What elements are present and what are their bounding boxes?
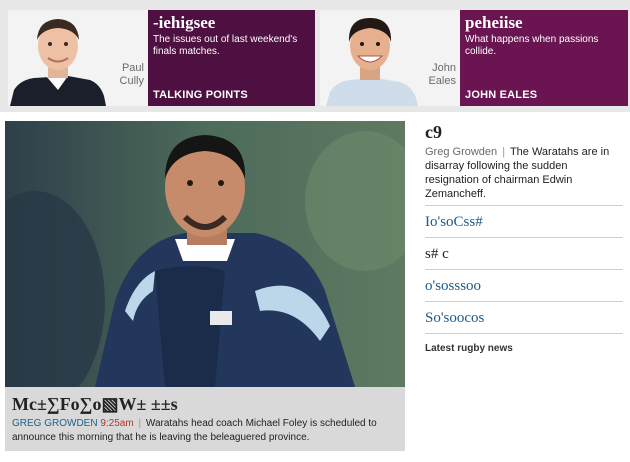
columnist-info[interactable]: -iehigsee The issues out of last weekend… [148, 10, 315, 106]
side-stories: c9 Greg Growden | The Waratahs are in di… [425, 121, 623, 354]
columnist-title[interactable]: peheiise [465, 14, 623, 32]
columnist-photo-john-eales[interactable]: John Eales [320, 10, 460, 106]
lead-timestamp: 9:25am [100, 418, 134, 429]
columnist-name: John Eales [428, 62, 456, 87]
side-headline[interactable]: c9 [425, 121, 623, 143]
side-link-2[interactable]: s# c [425, 238, 623, 270]
side-summary-block: Greg Growden | The Waratahs are in disar… [425, 145, 623, 206]
separator: | [502, 146, 506, 158]
side-link-4[interactable]: So'soocos [425, 302, 623, 334]
columnist-name: Paul Cully [119, 62, 144, 87]
lead-byline[interactable]: GREG GROWDEN [12, 418, 98, 429]
columnist-tag[interactable]: JOHN EALES [465, 89, 537, 101]
columnist-bar: Paul Cully -iehigsee The issues out of l… [0, 0, 630, 112]
lead-story-photo[interactable] [5, 121, 405, 387]
lead-headline[interactable]: Mc±∑Fo∑o▧W± ±±s [12, 394, 178, 415]
portrait-image [320, 10, 460, 106]
columnist-title[interactable]: -iehigsee [153, 14, 310, 32]
columnist-card-john-eales[interactable]: John Eales peheiise What happens when pa… [320, 10, 628, 106]
lead-meta: GREG GROWDEN 9:25am | Waratahs head coac… [12, 417, 402, 445]
side-byline[interactable]: Greg Growden [425, 146, 497, 158]
latest-rugby-news-link[interactable]: Latest rugby news [425, 343, 623, 354]
portrait-image [8, 10, 148, 106]
columnist-photo-paul-cully[interactable]: Paul Cully [8, 10, 148, 106]
columnist-tag[interactable]: TALKING POINTS [153, 89, 248, 101]
columnist-desc: What happens when passions collide. [465, 34, 599, 57]
columnist-desc: The issues out of last weekend's finals … [153, 34, 298, 57]
lead-story: Mc±∑Fo∑o▧W± ±±s GREG GROWDEN 9:25am | Wa… [5, 121, 405, 451]
separator: | [138, 418, 142, 429]
coach-photo-image [5, 121, 405, 387]
columnist-card-talking-points[interactable]: Paul Cully -iehigsee The issues out of l… [8, 10, 315, 106]
columnist-info[interactable]: peheiise What happens when passions coll… [460, 10, 628, 106]
side-link-1[interactable]: Io'soCss# [425, 206, 623, 238]
side-link-3[interactable]: o'sosssoo [425, 270, 623, 302]
